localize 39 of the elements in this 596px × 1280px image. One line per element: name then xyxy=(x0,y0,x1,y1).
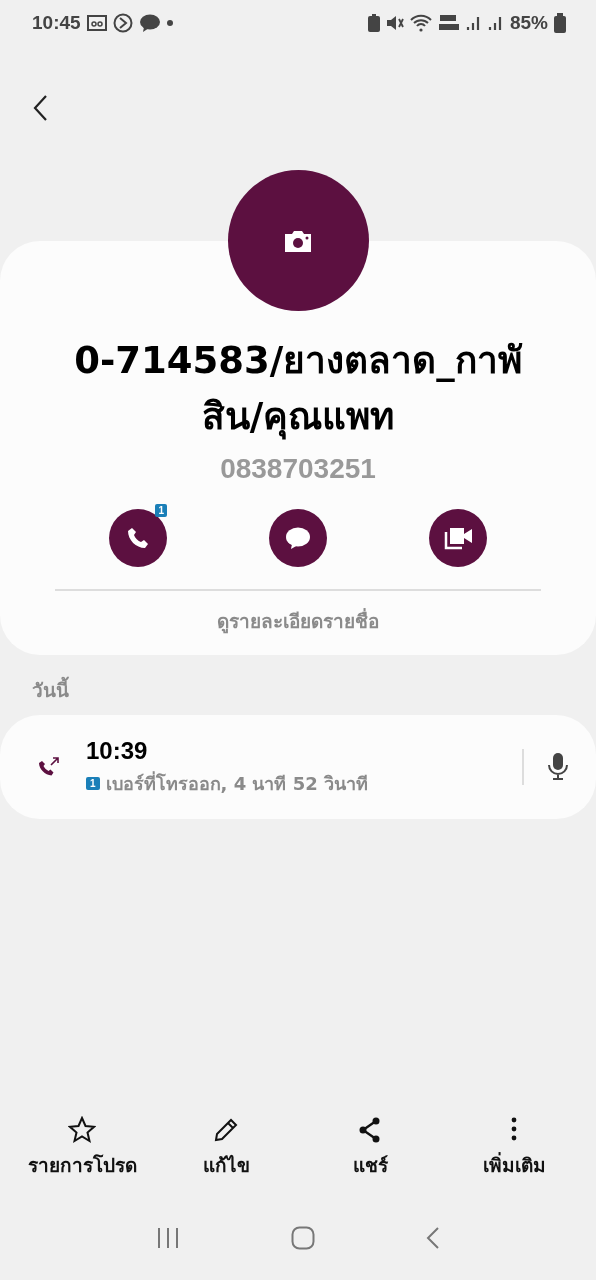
section-label: วันนี้ xyxy=(32,675,69,705)
share-button[interactable]: แชร์ xyxy=(305,1116,435,1180)
message-button[interactable] xyxy=(269,509,327,567)
play-circle-icon xyxy=(112,13,133,33)
recording-button[interactable] xyxy=(548,751,568,783)
more-button[interactable]: เพิ่มเติม xyxy=(449,1116,579,1180)
recent-apps-icon[interactable] xyxy=(155,1227,180,1249)
voicemail-icon xyxy=(86,14,107,32)
chat-bubble-icon xyxy=(138,13,161,33)
status-time: 10:45 xyxy=(32,12,81,34)
home-icon[interactable] xyxy=(291,1226,315,1250)
dot-icon xyxy=(166,20,173,26)
camera-icon xyxy=(283,228,313,253)
sim-badge: 1 xyxy=(155,504,167,517)
favorite-button[interactable]: รายการโปรด xyxy=(17,1116,147,1180)
contact-name: 0-714583/ยางตลาด_กาพัสิน/คุณแพท xyxy=(73,338,524,442)
video-camera-icon xyxy=(442,526,474,550)
outgoing-call-icon xyxy=(38,756,60,778)
signal-icon xyxy=(465,14,482,32)
battery-saver-icon xyxy=(367,14,380,32)
star-icon xyxy=(68,1116,96,1144)
pencil-icon xyxy=(212,1116,240,1144)
video-call-button[interactable] xyxy=(429,509,487,567)
signal-icon xyxy=(487,14,504,32)
call-description: เบอร์ที่โทรออก, 4 นาที 52 วินาที xyxy=(105,770,369,796)
chat-bubble-icon xyxy=(285,526,311,550)
call-time: 10:39 xyxy=(86,736,149,765)
back-icon[interactable] xyxy=(426,1226,441,1250)
back-icon xyxy=(32,94,48,122)
phone-icon xyxy=(126,526,150,550)
edit-button[interactable]: แก้ไข xyxy=(161,1116,291,1180)
battery-percent: 85% xyxy=(509,12,548,34)
wifi-icon xyxy=(409,14,432,32)
phone-number: 0838703251 xyxy=(220,453,376,485)
call-log-entry[interactable]: 10:39 1 เบอร์ที่โทรออก, 4 นาที 52 วินาที xyxy=(0,715,596,819)
battery-icon xyxy=(554,13,566,33)
microphone-icon xyxy=(548,751,568,780)
mute-icon xyxy=(385,14,404,32)
sim-badge: 1 xyxy=(86,776,100,790)
